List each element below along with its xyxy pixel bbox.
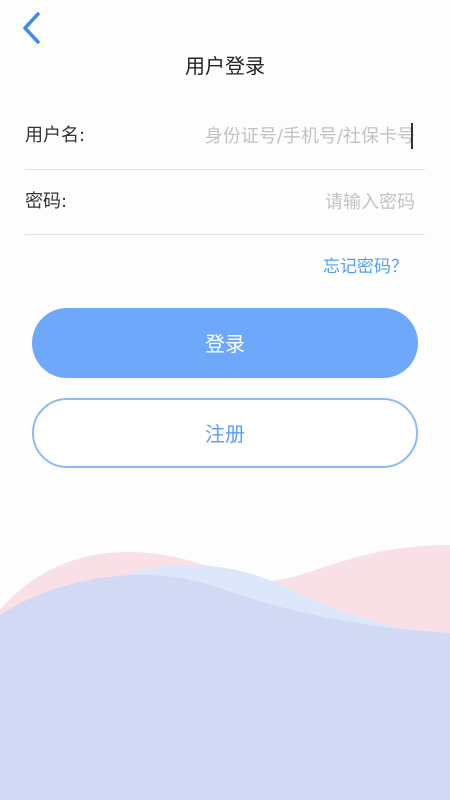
divider	[25, 234, 425, 235]
password-input[interactable]	[145, 185, 415, 219]
text-caret	[411, 123, 413, 149]
username-input[interactable]	[145, 119, 415, 153]
forgot-password-link[interactable]: 忘记密码？	[323, 252, 408, 277]
login-button[interactable]: 登录	[32, 308, 418, 378]
back-button[interactable]	[14, 10, 50, 46]
chevron-left-icon	[23, 12, 40, 44]
password-label: 密码:	[25, 191, 68, 212]
password-row: 密码:	[25, 170, 425, 234]
page-title: 用户登录	[185, 54, 265, 78]
username-row: 用户名:	[25, 104, 425, 168]
register-button[interactable]: 注册	[32, 398, 418, 468]
login-screen: 用户登录 用户名: 密码: 忘记密码？ 登录 注册	[0, 0, 450, 800]
username-label: 用户名:	[25, 125, 86, 146]
